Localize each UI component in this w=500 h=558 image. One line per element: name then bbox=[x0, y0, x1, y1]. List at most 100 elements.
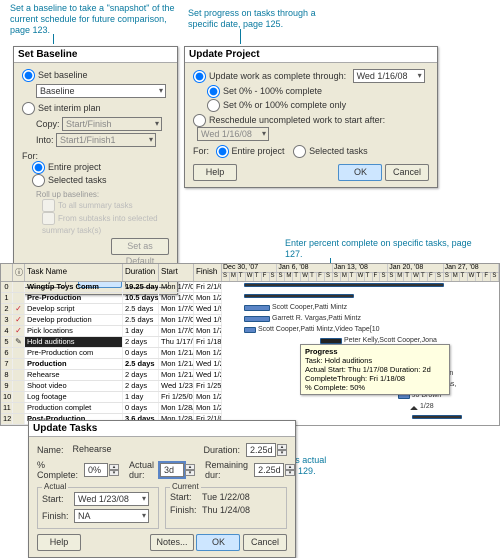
current-group-label: Current bbox=[170, 482, 201, 491]
progress-tooltip: Progress Task: Hold auditions Actual Sta… bbox=[300, 344, 450, 395]
into-label: Into: bbox=[36, 135, 54, 145]
ok-button[interactable]: OK bbox=[196, 534, 240, 551]
table-row[interactable]: 7Production2.5 daysMon 1/21/08Wed 1/23/0… bbox=[1, 359, 222, 370]
actual-finish-field[interactable]: NA bbox=[74, 509, 149, 523]
actual-dur-field[interactable]: 3d bbox=[160, 463, 184, 477]
sub-0-or-100[interactable] bbox=[207, 99, 220, 112]
for-selected-label: Selected tasks bbox=[309, 146, 368, 156]
opt-update-label: Update work as complete through: bbox=[209, 71, 346, 81]
cancel-button[interactable]: Cancel bbox=[243, 534, 287, 551]
table-row[interactable]: 3✓ Develop production2.5 daysMon 1/7/08W… bbox=[1, 315, 222, 326]
gantt-table: ⓘ Task Name Duration Start Finish 0Wingt… bbox=[1, 264, 222, 425]
opt-interim-plan[interactable] bbox=[22, 102, 35, 115]
for-selected-tasks[interactable] bbox=[32, 174, 45, 187]
table-row[interactable]: 4✓ Pick locations1 dayMon 1/7/08Mon 1/7/… bbox=[1, 326, 222, 337]
bar-label: Garrett R. Vargas,Patti Mintz bbox=[272, 315, 361, 322]
gantt-chart: ⓘ Task Name Duration Start Finish 0Wingt… bbox=[0, 263, 500, 426]
rollup-label: Roll up baselines: bbox=[36, 190, 169, 199]
dialog-title: Set Baseline bbox=[14, 47, 177, 63]
table-row[interactable]: 10 Log footage1 dayFri 1/25/08Mon 1/28/0… bbox=[1, 392, 222, 403]
start-label: Start: bbox=[42, 494, 68, 504]
help-button[interactable]: Help bbox=[193, 164, 237, 181]
dialog-title: Update Project bbox=[185, 47, 437, 63]
spin-down[interactable]: ▾ bbox=[277, 450, 287, 456]
table-row[interactable]: 2✓ Develop script2.5 daysMon 1/7/08Wed 1… bbox=[1, 304, 222, 315]
update-date-combo[interactable]: Wed 1/16/08 bbox=[353, 69, 425, 83]
table-row[interactable]: 0Wingtip Toys Comm19.25 daysMon 1/7/08Fr… bbox=[1, 282, 222, 293]
rollup-from-label: From subtasks into selected summary task… bbox=[42, 214, 158, 235]
copy-label: Copy: bbox=[36, 119, 60, 129]
set-baseline-dialog: Set Baseline Set baseline Baseline Set i… bbox=[13, 46, 178, 295]
duration-field[interactable]: 2.25d bbox=[246, 443, 276, 457]
rollup-all-check bbox=[42, 199, 55, 212]
bar-label: Scott Cooper,Patti Mintz bbox=[272, 304, 347, 311]
task-name-field: Rehearse bbox=[70, 443, 200, 457]
bar-develop-script[interactable] bbox=[244, 305, 270, 311]
table-row[interactable]: 5✎ Hold auditions2 daysThu 1/17/08Fri 1/… bbox=[1, 337, 222, 348]
opt-reschedule-label: Reschedule uncompleted work to start aft… bbox=[209, 115, 385, 125]
gantt-timeline: Dec 30, '07Jan 6, '08Jan 13, '08Jan 20, … bbox=[222, 264, 499, 425]
table-row[interactable]: 11 Production complet0 daysMon 1/28/08Mo… bbox=[1, 403, 222, 414]
milestone-prod-complete[interactable] bbox=[410, 402, 418, 410]
bar-develop-prod[interactable] bbox=[244, 316, 270, 322]
annotation-percent: Enter percent complete on specific tasks… bbox=[285, 238, 475, 260]
bar-project-summary[interactable] bbox=[244, 283, 444, 287]
col-task-name[interactable]: Task Name bbox=[25, 264, 123, 281]
annotation-progress: Set progress on tasks through a specific… bbox=[188, 8, 328, 30]
tooltip-title: Progress bbox=[305, 347, 338, 356]
spin-down[interactable]: ▾ bbox=[109, 470, 119, 476]
tooltip-line: Task: Hold auditions bbox=[305, 356, 372, 365]
col-duration[interactable]: Duration bbox=[123, 264, 159, 281]
table-row[interactable]: 6 Pre-Production com0 daysMon 1/21/08Mon… bbox=[1, 348, 222, 359]
set-default-button: Set as Default bbox=[111, 238, 169, 255]
current-start-value: Tue 1/22/08 bbox=[202, 492, 250, 502]
table-row[interactable]: 1Pre-Production10.5 daysMon 1/7/08Mon 1/… bbox=[1, 293, 222, 304]
actual-start-field[interactable]: Wed 1/23/08 bbox=[74, 492, 149, 506]
copy-combo: Start/Finish bbox=[62, 117, 162, 131]
remaining-dur-field[interactable]: 2.25d bbox=[254, 463, 284, 477]
baseline-combo[interactable]: Baseline bbox=[36, 84, 166, 98]
for-entire[interactable] bbox=[216, 145, 229, 158]
opt-reschedule[interactable] bbox=[193, 114, 206, 127]
ok-button[interactable]: OK bbox=[338, 164, 382, 181]
for-selected[interactable] bbox=[293, 145, 306, 158]
into-combo: Start1/Finish1 bbox=[56, 133, 156, 147]
col-finish[interactable]: Finish bbox=[194, 264, 222, 281]
table-row[interactable]: 8 Rehearse2 daysMon 1/21/08Wed 1/23/08 bbox=[1, 370, 222, 381]
for-entire-label: Entire project bbox=[232, 146, 285, 156]
table-row[interactable]: 9 Shoot video2 daysWed 1/23/08Fri 1/25/0… bbox=[1, 381, 222, 392]
help-button[interactable]: Help bbox=[37, 534, 81, 551]
gantt-columns: ⓘ Task Name Duration Start Finish bbox=[1, 264, 222, 282]
pct-label: % Complete: bbox=[37, 460, 78, 480]
cancel-button[interactable]: Cancel bbox=[385, 164, 429, 181]
for-entire-project[interactable] bbox=[32, 161, 45, 174]
finish-label: Finish: bbox=[42, 511, 68, 521]
dialog-title: Update Tasks bbox=[29, 421, 295, 437]
actual-dur-label: Actual dur: bbox=[129, 460, 154, 480]
col-start[interactable]: Start bbox=[159, 264, 194, 281]
opt-update-work[interactable] bbox=[193, 70, 206, 83]
bar-pick-locations[interactable] bbox=[244, 327, 256, 333]
tooltip-line: CompleteThrough: Fri 1/18/08 bbox=[305, 374, 405, 383]
tooltip-line: Actual Start: Thu 1/17/08 Duration: 2d bbox=[305, 365, 431, 374]
opt-baseline-label: Set baseline bbox=[38, 70, 88, 80]
bar-postprod-summary[interactable] bbox=[412, 415, 462, 419]
tooltip-line: % Complete: 50% bbox=[305, 383, 365, 392]
spin-down[interactable]: ▾ bbox=[285, 470, 295, 476]
pct-complete-field[interactable]: 0% bbox=[84, 463, 108, 477]
bar-preprod-summary[interactable] bbox=[244, 294, 354, 298]
for-label: For: bbox=[22, 151, 169, 161]
bar-label: 1/28 bbox=[420, 403, 434, 410]
spin-down[interactable]: ▾ bbox=[185, 470, 195, 476]
for-selected-label: Selected tasks bbox=[48, 175, 107, 185]
for-label: For: bbox=[193, 146, 209, 156]
notes-button[interactable]: Notes... bbox=[150, 534, 194, 551]
bar-label: Peter Kelly,Scott Cooper,Jona bbox=[344, 337, 437, 344]
remaining-label: Remaining dur: bbox=[205, 460, 248, 480]
col-indicator[interactable]: ⓘ bbox=[13, 264, 25, 281]
sub-0-100[interactable] bbox=[207, 85, 220, 98]
reschedule-date-combo: Wed 1/16/08 bbox=[197, 127, 269, 141]
bar-label: Scott Cooper,Patti Mintz,Video Tape[10 bbox=[258, 326, 380, 333]
opt-set-baseline[interactable] bbox=[22, 69, 35, 82]
duration-label: Duration: bbox=[203, 445, 240, 455]
